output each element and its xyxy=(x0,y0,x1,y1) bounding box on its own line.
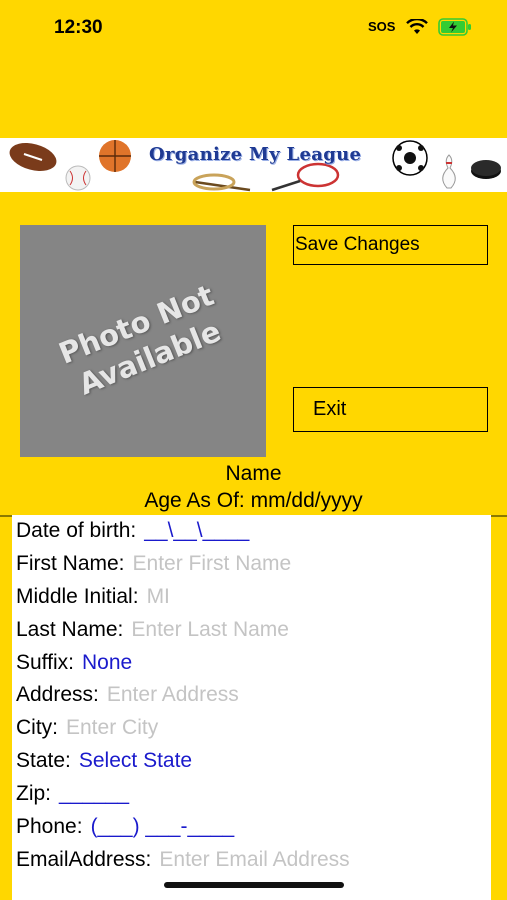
status-time: 12:30 xyxy=(54,17,103,38)
address-input[interactable]: Enter Address xyxy=(107,683,239,706)
player-form: Date of birth: __\__\____ First Name: Ente… xyxy=(12,515,491,900)
zip-row: Zip: ______ xyxy=(16,782,129,812)
league-banner: Organize My League xyxy=(0,138,507,192)
status-bar: 12:30 SOS xyxy=(0,0,507,56)
address-row: Address: Enter Address xyxy=(16,683,239,713)
status-carrier: SOS xyxy=(368,19,396,34)
player-photo[interactable]: Photo Not Available xyxy=(20,225,266,457)
middle-initial-row: Middle Initial: MI xyxy=(16,585,170,615)
email-input[interactable]: Enter Email Address xyxy=(159,848,349,871)
bowling-pin-icon xyxy=(442,154,456,189)
dob-label: Date of birth: xyxy=(16,519,137,542)
football-icon xyxy=(9,142,57,172)
zip-label: Zip: xyxy=(16,782,52,805)
photo-placeholder-text: Photo Not Available xyxy=(53,277,226,402)
middle-initial-input[interactable]: MI xyxy=(147,585,170,608)
basketball-icon xyxy=(99,140,131,172)
exit-button[interactable]: Exit xyxy=(293,387,488,432)
state-row: State: Select State xyxy=(16,749,192,779)
dob-row: Date of birth: __\__\____ xyxy=(16,519,249,549)
dob-field[interactable]: __\__\____ xyxy=(144,519,249,542)
city-label: City: xyxy=(16,716,58,739)
lacrosse-stick-icon xyxy=(192,173,251,192)
last-name-row: Last Name: Enter Last Name xyxy=(16,618,289,648)
phone-row: Phone: (___) ___-____ xyxy=(16,815,234,845)
first-name-input[interactable]: Enter First Name xyxy=(133,552,292,575)
last-name-input[interactable]: Enter Last Name xyxy=(131,618,289,641)
phone-label: Phone: xyxy=(16,815,83,838)
suffix-label: Suffix: xyxy=(16,651,74,674)
tennis-racket-icon xyxy=(271,162,340,192)
first-name-label: First Name: xyxy=(16,552,125,575)
baseball-icon xyxy=(65,165,91,191)
city-input[interactable]: Enter City xyxy=(66,716,158,739)
player-age: Age As Of: mm/dd/yyyy xyxy=(144,489,363,512)
city-row: City: Enter City xyxy=(16,716,158,746)
home-indicator[interactable] xyxy=(164,882,344,888)
phone-field[interactable]: (___) ___-____ xyxy=(91,815,235,838)
state-label: State: xyxy=(16,749,71,772)
save-changes-button[interactable]: Save Changes xyxy=(293,225,488,265)
battery-charging-icon xyxy=(438,18,471,36)
player-name: Name xyxy=(225,462,282,485)
last-name-label: Last Name: xyxy=(16,618,124,641)
hockey-puck-icon xyxy=(471,160,501,179)
email-label: EmailAddress: xyxy=(16,848,152,871)
zip-field[interactable]: ______ xyxy=(59,782,129,805)
wifi-icon xyxy=(406,19,428,34)
soccer-ball-icon xyxy=(392,140,428,176)
first-name-row: First Name: Enter First Name xyxy=(16,552,291,582)
state-select[interactable]: Select State xyxy=(79,749,192,772)
suffix-row: Suffix: None xyxy=(16,651,132,681)
suffix-select[interactable]: None xyxy=(82,651,132,674)
middle-initial-label: Middle Initial: xyxy=(16,585,139,608)
address-label: Address: xyxy=(16,683,99,706)
banner-title: Organize My League xyxy=(149,144,362,165)
email-row: EmailAddress: Enter Email Address xyxy=(16,848,350,878)
